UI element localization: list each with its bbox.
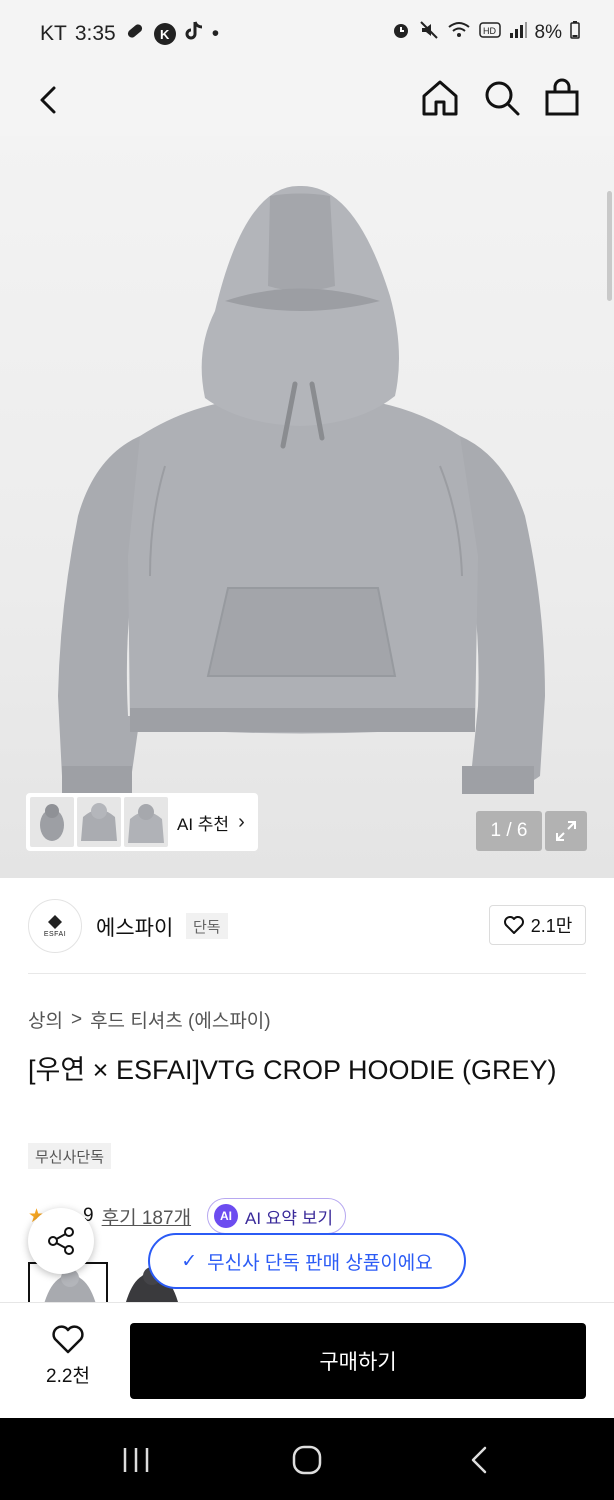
breadcrumb-separator: > — [70, 1008, 83, 1030]
product-like-count: 2.2천 — [46, 1366, 90, 1387]
search-button[interactable] — [480, 76, 524, 120]
back-chevron-icon — [471, 1446, 487, 1474]
battery-icon — [570, 21, 580, 45]
check-icon: ✓ — [181, 1250, 198, 1272]
scroll-indicator — [607, 191, 612, 301]
battery-text: 8% — [534, 22, 562, 43]
ai-summary-button[interactable]: AI AI 요약 보기 — [207, 1198, 347, 1234]
brand-like-count: 2.1만 — [530, 916, 573, 936]
expand-icon — [556, 821, 576, 841]
breadcrumb-subcategory[interactable]: 후드 티셔츠 (에스파이) — [90, 1006, 271, 1033]
status-right: HD 8% — [391, 20, 580, 46]
back-arrow-icon — [40, 86, 56, 114]
dot-icon: • — [211, 22, 220, 45]
toast-message: 무신사 단독 판매 상품이에요 — [207, 1252, 433, 1274]
ai-summary-label: AI 요약 보기 — [245, 1208, 334, 1228]
status-left: KT 3:35 K • — [40, 20, 219, 48]
thumbnail-3 — [124, 797, 168, 847]
k-app-icon: K — [153, 23, 176, 45]
hd-icon: HD — [478, 21, 501, 45]
carrier-text: KT — [40, 22, 67, 45]
brand-name[interactable]: 에스파이 — [96, 912, 173, 942]
recents-button[interactable] — [116, 1440, 156, 1480]
review-link[interactable]: 후기 187개 — [102, 1203, 191, 1230]
breadcrumb-category[interactable]: 상의 — [28, 1006, 63, 1033]
top-navigation — [0, 66, 614, 136]
heart-icon — [503, 916, 524, 934]
home-system-button[interactable] — [287, 1440, 327, 1480]
search-icon — [485, 81, 520, 116]
ai-recommend-label: AI 추천 — [177, 814, 230, 834]
brand-exclusive-badge: 단독 — [186, 913, 228, 939]
shopping-bag-icon — [545, 78, 579, 116]
wifi-icon — [447, 20, 471, 46]
buy-button[interactable]: 구매하기 — [130, 1323, 586, 1399]
product-image-gallery[interactable] — [0, 136, 614, 878]
system-navigation-bar — [0, 1418, 614, 1500]
brand-like-button[interactable]: 2.1만 — [489, 905, 586, 945]
thumbnail-2 — [77, 797, 121, 847]
home-circle-icon — [292, 1445, 322, 1475]
back-system-button[interactable] — [460, 1440, 500, 1480]
thumbnail-1 — [30, 797, 74, 847]
ai-icon: AI — [214, 1204, 238, 1228]
exclusive-tag: 무신사단독 — [28, 1143, 112, 1169]
purchase-bar: 2.2천 구매하기 — [0, 1302, 614, 1418]
heart-icon — [52, 1325, 84, 1354]
alarm-icon — [391, 20, 411, 46]
status-bar: KT 3:35 K • HD 8% — [0, 0, 614, 66]
signal-icon — [509, 21, 527, 45]
brand-logo-mark-icon — [48, 914, 62, 929]
shopping-bag-button[interactable] — [540, 76, 584, 120]
time-text: 3:35 — [74, 22, 116, 45]
breadcrumb: 상의 > 후드 티셔츠 (에스파이) — [28, 1006, 271, 1033]
home-button[interactable] — [418, 76, 462, 120]
share-icon — [48, 1227, 74, 1255]
brand-logo[interactable]: ESFAI — [28, 899, 82, 953]
divider — [28, 973, 586, 974]
product-title: [우연 × ESFAI]VTG CROP HOODIE (GREY) — [28, 1055, 557, 1085]
page-counter: 1 / 6 — [476, 811, 542, 851]
expand-button[interactable] — [545, 811, 587, 851]
link-icon — [124, 20, 146, 48]
chevron-right-icon: › — [238, 810, 245, 833]
ai-recommend-button[interactable]: AI 추천 › — [26, 793, 258, 851]
home-icon — [422, 80, 458, 116]
back-button[interactable] — [26, 78, 70, 122]
mute-icon — [419, 20, 439, 46]
tiktok-icon — [184, 20, 204, 48]
exclusive-toast: ✓ 무신사 단독 판매 상품이에요 — [148, 1233, 466, 1289]
recents-icon — [123, 1448, 149, 1472]
product-like-button[interactable]: 2.2천 — [28, 1323, 108, 1403]
svg-text:HD: HD — [483, 26, 496, 36]
share-button[interactable] — [28, 1208, 94, 1274]
hoodie-image — [58, 185, 545, 794]
brand-logo-text: ESFAI — [43, 930, 67, 938]
